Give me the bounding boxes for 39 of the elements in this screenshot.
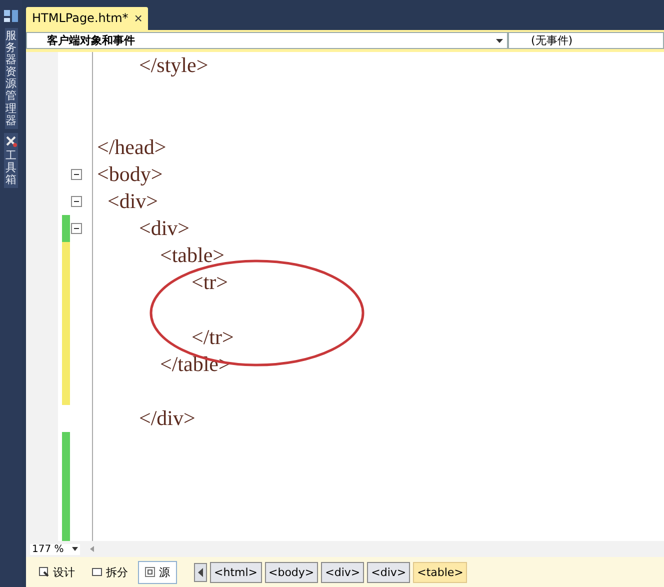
code-line: <table>: [159, 242, 224, 270]
code-line: </table>: [159, 350, 230, 378]
tag-breadcrumb[interactable]: <body>: [264, 562, 318, 582]
events-dropdown[interactable]: (无事件): [508, 32, 664, 49]
view-tab[interactable]: 拆分: [85, 560, 135, 584]
code-line: <tr>: [190, 269, 228, 296]
code-line: </style>: [138, 52, 208, 80]
view-icon: [39, 567, 49, 577]
tag-breadcrumb[interactable]: <html>: [210, 562, 262, 582]
side-panel-tab[interactable]: 服务器资源管理器: [4, 28, 18, 129]
scroll-left-button[interactable]: [194, 562, 207, 582]
caret-icon: [72, 547, 78, 551]
caret-icon: [496, 38, 503, 42]
code-line: </tr>: [190, 324, 234, 351]
tag-breadcrumb[interactable]: <div>: [367, 562, 410, 582]
view-icon: [145, 567, 155, 577]
collapse-icon[interactable]: [70, 196, 82, 207]
document-tab[interactable]: HTMLPage.htm* ×: [26, 7, 148, 30]
tools-icon: [5, 134, 17, 147]
view-tab[interactable]: 设计: [32, 560, 82, 584]
code-line: <div>: [106, 188, 158, 215]
arrow-left-icon: [198, 568, 203, 576]
side-panel-tab[interactable]: 工具箱: [4, 132, 18, 188]
objects-dropdown[interactable]: 客户端对象和事件: [26, 32, 508, 49]
view-icon: [92, 567, 102, 577]
code-line: </div>: [138, 405, 196, 432]
tab-title: HTMLPage.htm*: [32, 11, 128, 25]
tag-breadcrumb[interactable]: <div>: [321, 562, 364, 582]
tag-breadcrumb[interactable]: <table>: [413, 562, 468, 582]
close-button[interactable]: ×: [134, 11, 142, 25]
code-line: <body>: [97, 160, 163, 188]
window-icon: [3, 8, 19, 24]
zoom-dropdown[interactable]: 177 %: [30, 544, 80, 554]
collapse-icon[interactable]: [70, 223, 82, 234]
code-line: </head>: [97, 134, 166, 161]
code-line: <div>: [138, 215, 190, 242]
collapse-icon[interactable]: [70, 168, 82, 180]
scroll-left-icon: [90, 546, 94, 552]
view-tab[interactable]: 源: [138, 560, 177, 584]
